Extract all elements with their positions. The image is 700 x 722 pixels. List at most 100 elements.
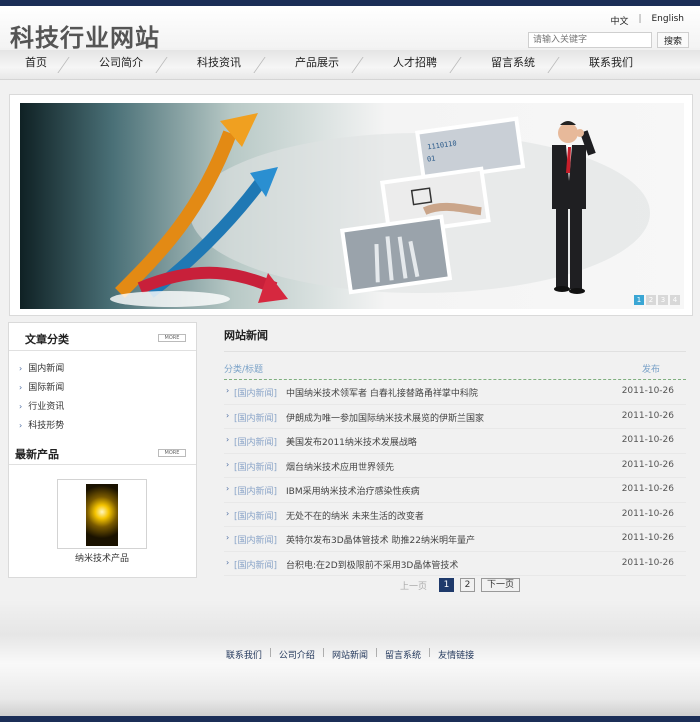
footer-nav: 联系我们 | 公司介绍 | 网站新闻 | 留言系统 | 友情链接 [0, 648, 700, 661]
news-table-header: 分类/标题 发布 [224, 358, 686, 380]
nav-item-news[interactable]: 科技资讯 [170, 50, 268, 78]
news-category[interactable]: [国内新闻] [234, 435, 277, 448]
products-header: 最新产品 MORE [9, 443, 196, 465]
news-title: 网站新闻 [224, 329, 268, 342]
categories-more-button[interactable]: MORE [158, 334, 186, 342]
header: 科技行业网站 中文 | English 搜索 [0, 6, 700, 52]
news-category[interactable]: [国内新闻] [234, 533, 277, 546]
category-label: 行业资讯 [28, 402, 65, 412]
banner-illustration: 1110110 01 [110, 113, 650, 307]
news-link[interactable]: 伊朗成为唯一参加国际纳米技术展览的伊斯兰国家 [286, 411, 484, 424]
category-label: 国内新闻 [28, 364, 65, 374]
category-list: › 国内新闻 › 国际新闻 › 行业资讯 › 科技形势 [9, 351, 196, 437]
slide-dot-4[interactable]: 4 [670, 295, 680, 305]
news-section: 网站新闻 分类/标题 发布 › [国内新闻] 中国纳米技术领军者 白春礼接替路甬… [224, 322, 686, 576]
slide-dot-1[interactable]: 1 [634, 295, 644, 305]
nav-item-about[interactable]: 公司简介 [72, 50, 170, 78]
svg-text:01: 01 [427, 154, 436, 163]
news-link[interactable]: 无处不在的纳米 未来生活的改变者 [286, 509, 424, 522]
news-date: 2011-10-26 [621, 508, 674, 519]
page-1-button[interactable]: 1 [439, 578, 455, 592]
footer-link-friends[interactable]: 友情链接 [431, 648, 481, 661]
news-row[interactable]: › [国内新闻] 伊朗成为唯一参加国际纳米技术展览的伊斯兰国家 2011-10-… [224, 405, 686, 429]
news-date: 2011-10-26 [621, 557, 674, 568]
category-item[interactable]: › 科技形势 [19, 418, 196, 437]
news-link[interactable]: 中国纳米技术领军者 白春礼接替路甬祥掌中科院 [286, 386, 478, 399]
news-link[interactable]: 烟台纳米技术应用世界领先 [286, 460, 394, 473]
category-item[interactable]: › 行业资讯 [19, 399, 196, 418]
product-image [86, 484, 118, 546]
news-category[interactable]: [国内新闻] [234, 558, 277, 571]
categories-header: 文章分类 MORE [9, 323, 196, 351]
categories-title: 文章分类 [25, 333, 69, 346]
prev-page-button[interactable]: 上一页 [400, 579, 427, 592]
lang-separator: | [638, 14, 642, 24]
lang-chinese-link[interactable]: 中文 [610, 14, 628, 27]
news-row[interactable]: › [国内新闻] 烟台纳米技术应用世界领先 2011-10-26 [224, 454, 686, 478]
nav-item-guestbook[interactable]: 留言系统 [464, 50, 562, 78]
product-name[interactable]: 纳米技术产品 [57, 551, 147, 564]
news-link[interactable]: 台积电:在2D到极限前不采用3D晶体管技术 [286, 558, 458, 571]
footer-link-contact[interactable]: 联系我们 [219, 648, 269, 661]
news-divider [224, 351, 686, 352]
col-category-header: 分类/标题 [224, 365, 264, 375]
banner-frame: 1110110 01 1 2 3 4 [9, 94, 693, 316]
news-category[interactable]: [国内新闻] [234, 411, 277, 424]
chevron-right-icon: › [19, 402, 23, 411]
news-row[interactable]: › [国内新闻] 无处不在的纳米 未来生活的改变者 2011-10-26 [224, 503, 686, 527]
category-item[interactable]: › 国际新闻 [19, 380, 196, 399]
chevron-right-icon: › [226, 533, 230, 542]
news-row[interactable]: › [国内新闻] 美国发布2011纳米技术发展战略 2011-10-26 [224, 429, 686, 454]
slide-dot-2[interactable]: 2 [646, 295, 656, 305]
search-input[interactable] [528, 32, 652, 48]
news-link[interactable]: 英特尔发布3D晶体管技术 助推22纳米明年量产 [286, 533, 475, 546]
footer-link-news[interactable]: 网站新闻 [325, 648, 375, 661]
chevron-right-icon: › [226, 435, 230, 444]
news-date: 2011-10-26 [621, 533, 674, 543]
next-page-button[interactable]: 下一页 [481, 578, 521, 592]
news-category[interactable]: [国内新闻] [234, 509, 277, 522]
category-label: 科技形势 [28, 421, 65, 431]
news-date: 2011-10-26 [621, 459, 674, 470]
chevron-right-icon: › [226, 557, 230, 567]
news-category[interactable]: [国内新闻] [234, 484, 277, 497]
footer-link-about[interactable]: 公司介绍 [272, 648, 322, 661]
chevron-right-icon: › [226, 484, 230, 493]
pagination: 上一页 1 2 下一页 [400, 578, 521, 592]
footer-link-guestbook[interactable]: 留言系统 [378, 648, 428, 661]
nav-item-home[interactable]: 首页 [0, 50, 72, 78]
news-category[interactable]: [国内新闻] [234, 460, 277, 473]
chevron-right-icon: › [226, 410, 230, 420]
chevron-right-icon: › [226, 386, 230, 395]
lang-english-link[interactable]: English [652, 14, 685, 27]
news-link[interactable]: 美国发布2011纳米技术发展战略 [286, 435, 417, 448]
news-date: 2011-10-26 [621, 484, 674, 494]
nav-item-contact[interactable]: 联系我们 [562, 50, 660, 78]
main-nav: 首页 公司简介 科技资讯 产品展示 人才招聘 留言系统 联系我们 [0, 50, 700, 80]
news-row[interactable]: › [国内新闻] 中国纳米技术领军者 白春礼接替路甬祥掌中科院 2011-10-… [224, 380, 686, 405]
news-date: 2011-10-26 [621, 410, 674, 421]
news-link[interactable]: IBM采用纳米技术治疗感染性疾病 [286, 484, 420, 497]
chevron-right-icon: › [226, 459, 230, 469]
chevron-right-icon: › [226, 508, 230, 518]
banner-slideshow[interactable]: 1110110 01 1 2 3 4 [20, 103, 684, 309]
products-title: 最新产品 [15, 448, 59, 461]
slide-pagination: 1 2 3 4 [634, 295, 680, 305]
news-row[interactable]: › [国内新闻] IBM采用纳米技术治疗感染性疾病 2011-10-26 [224, 478, 686, 503]
news-row[interactable]: › [国内新闻] 英特尔发布3D晶体管技术 助推22纳米明年量产 2011-10… [224, 527, 686, 552]
products-more-button[interactable]: MORE [158, 449, 186, 457]
slide-dot-3[interactable]: 3 [658, 295, 668, 305]
site-logo[interactable]: 科技行业网站 [10, 18, 160, 53]
nav-item-products[interactable]: 产品展示 [268, 50, 366, 78]
product-thumbnail[interactable] [57, 479, 147, 549]
news-row[interactable]: › [国内新闻] 台积电:在2D到极限前不采用3D晶体管技术 2011-10-2… [224, 552, 686, 576]
news-list: › [国内新闻] 中国纳米技术领军者 白春礼接替路甬祥掌中科院 2011-10-… [224, 380, 686, 576]
news-category[interactable]: [国内新闻] [234, 386, 277, 399]
page-2-button[interactable]: 2 [460, 578, 476, 592]
bottom-accent-bar [0, 716, 700, 722]
nav-item-jobs[interactable]: 人才招聘 [366, 50, 464, 78]
category-item[interactable]: › 国内新闻 [19, 361, 196, 380]
search-button[interactable]: 搜索 [657, 32, 689, 48]
col-date-header: 发布 [641, 365, 660, 375]
chevron-right-icon: › [19, 383, 23, 392]
